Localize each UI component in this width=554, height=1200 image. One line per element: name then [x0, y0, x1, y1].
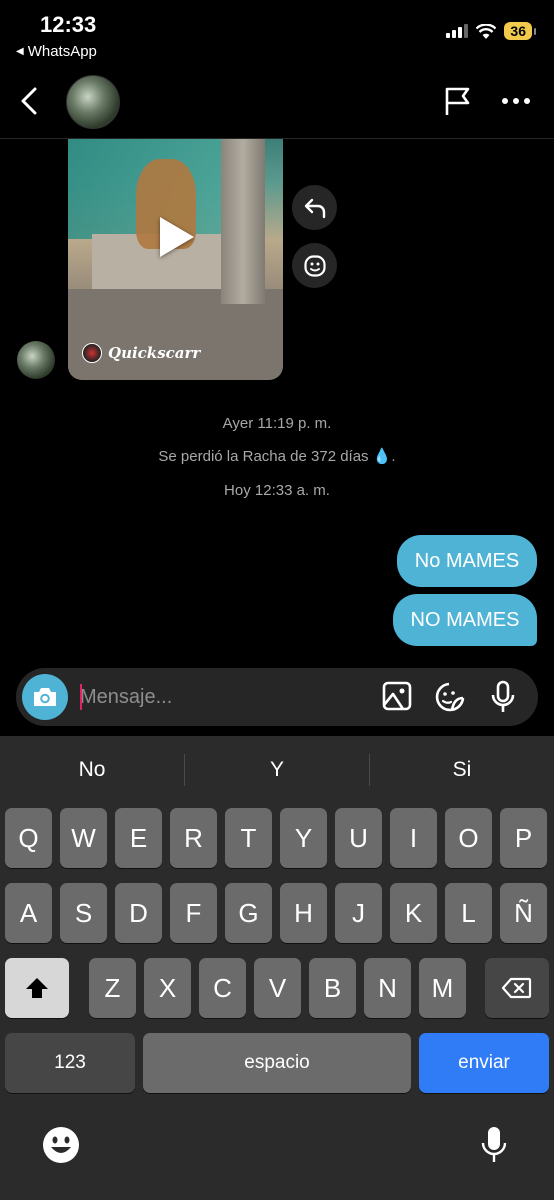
key-c[interactable]: C	[199, 958, 246, 1018]
status-icons: 36	[446, 22, 536, 40]
key-v[interactable]: V	[254, 958, 301, 1018]
chevron-left-icon[interactable]	[18, 86, 40, 116]
timestamp-yesterday: Ayer 11:19 p. m.	[222, 415, 332, 432]
dictation-mic-icon[interactable]	[481, 1126, 507, 1164]
message-composer	[16, 668, 538, 726]
key-t[interactable]: T	[225, 808, 272, 868]
streak-lost-notice: Se perdió la Racha de 372 días 💧.	[158, 448, 396, 465]
key-f[interactable]: F	[170, 883, 217, 943]
delete-key[interactable]	[485, 958, 549, 1018]
key-d[interactable]: D	[115, 883, 162, 943]
chat-header	[0, 64, 554, 139]
sticker-icon[interactable]	[434, 681, 466, 713]
gallery-icon[interactable]	[382, 681, 412, 711]
emoji-react-icon[interactable]	[292, 243, 337, 288]
suggestion-item[interactable]: No	[0, 758, 184, 782]
contact-avatar[interactable]	[66, 75, 120, 129]
key-k[interactable]: K	[390, 883, 437, 943]
shift-arrow-icon	[26, 978, 48, 998]
reel-author: Quickscarr	[82, 343, 200, 363]
shared-reel-card[interactable]: Quickscarr	[68, 139, 283, 380]
back-to-app-link[interactable]: ◀ WhatsApp	[16, 43, 97, 60]
key-w[interactable]: W	[60, 808, 107, 868]
key-i[interactable]: I	[390, 808, 437, 868]
message-bubble[interactable]: No MAMES	[397, 535, 537, 587]
author-avatar	[82, 343, 102, 363]
text-caret	[80, 684, 82, 710]
wifi-icon	[476, 23, 497, 39]
suggestion-bar: No Y Si	[0, 736, 554, 804]
key-j[interactable]: J	[335, 883, 382, 943]
key-o[interactable]: O	[445, 808, 492, 868]
suggestion-item[interactable]: Si	[370, 758, 554, 782]
key-g[interactable]: G	[225, 883, 272, 943]
camera-icon[interactable]	[22, 674, 68, 720]
timestamp-today: Hoy 12:33 a. m.	[224, 482, 330, 499]
play-icon[interactable]	[160, 217, 194, 257]
keyboard: No Y Si QWERTYUIOP ASDFGHJKLÑ ZXCVBNM 12…	[0, 736, 554, 1200]
flag-icon[interactable]	[444, 86, 472, 116]
key-z[interactable]: Z	[89, 958, 136, 1018]
key-x[interactable]: X	[144, 958, 191, 1018]
status-bar: 12:33 ◀ WhatsApp 36	[0, 0, 554, 64]
key-p[interactable]: P	[500, 808, 547, 868]
message-bubble[interactable]: NO MAMES	[393, 594, 537, 646]
reel-author-name: Quickscarr	[108, 344, 201, 362]
key-h[interactable]: H	[280, 883, 327, 943]
key-l[interactable]: L	[445, 883, 492, 943]
key-a[interactable]: A	[5, 883, 52, 943]
ellipsis-icon[interactable]	[502, 98, 530, 104]
space-key[interactable]: espacio	[143, 1033, 411, 1093]
key-e[interactable]: E	[115, 808, 162, 868]
send-key[interactable]: enviar	[419, 1033, 549, 1093]
microphone-icon[interactable]	[490, 680, 516, 714]
key-b[interactable]: B	[309, 958, 356, 1018]
signal-icon	[446, 24, 469, 38]
emoji-keyboard-icon[interactable]	[42, 1126, 80, 1164]
message-input[interactable]	[80, 684, 360, 710]
backspace-icon	[502, 977, 532, 999]
shift-key[interactable]	[5, 958, 69, 1018]
back-triangle-icon: ◀	[16, 46, 24, 57]
battery-icon: 36	[504, 22, 536, 40]
reply-arrow-icon[interactable]	[292, 185, 337, 230]
key-n[interactable]: N	[364, 958, 411, 1018]
key-ñ[interactable]: Ñ	[500, 883, 547, 943]
back-app-label: WhatsApp	[27, 43, 97, 60]
key-r[interactable]: R	[170, 808, 217, 868]
key-u[interactable]: U	[335, 808, 382, 868]
suggestion-item[interactable]: Y	[185, 758, 369, 782]
key-s[interactable]: S	[60, 883, 107, 943]
sender-avatar[interactable]	[17, 341, 55, 379]
key-q[interactable]: Q	[5, 808, 52, 868]
key-y[interactable]: Y	[280, 808, 327, 868]
clock: 12:33	[40, 12, 97, 37]
key-m[interactable]: M	[419, 958, 466, 1018]
numbers-key[interactable]: 123	[5, 1033, 135, 1093]
